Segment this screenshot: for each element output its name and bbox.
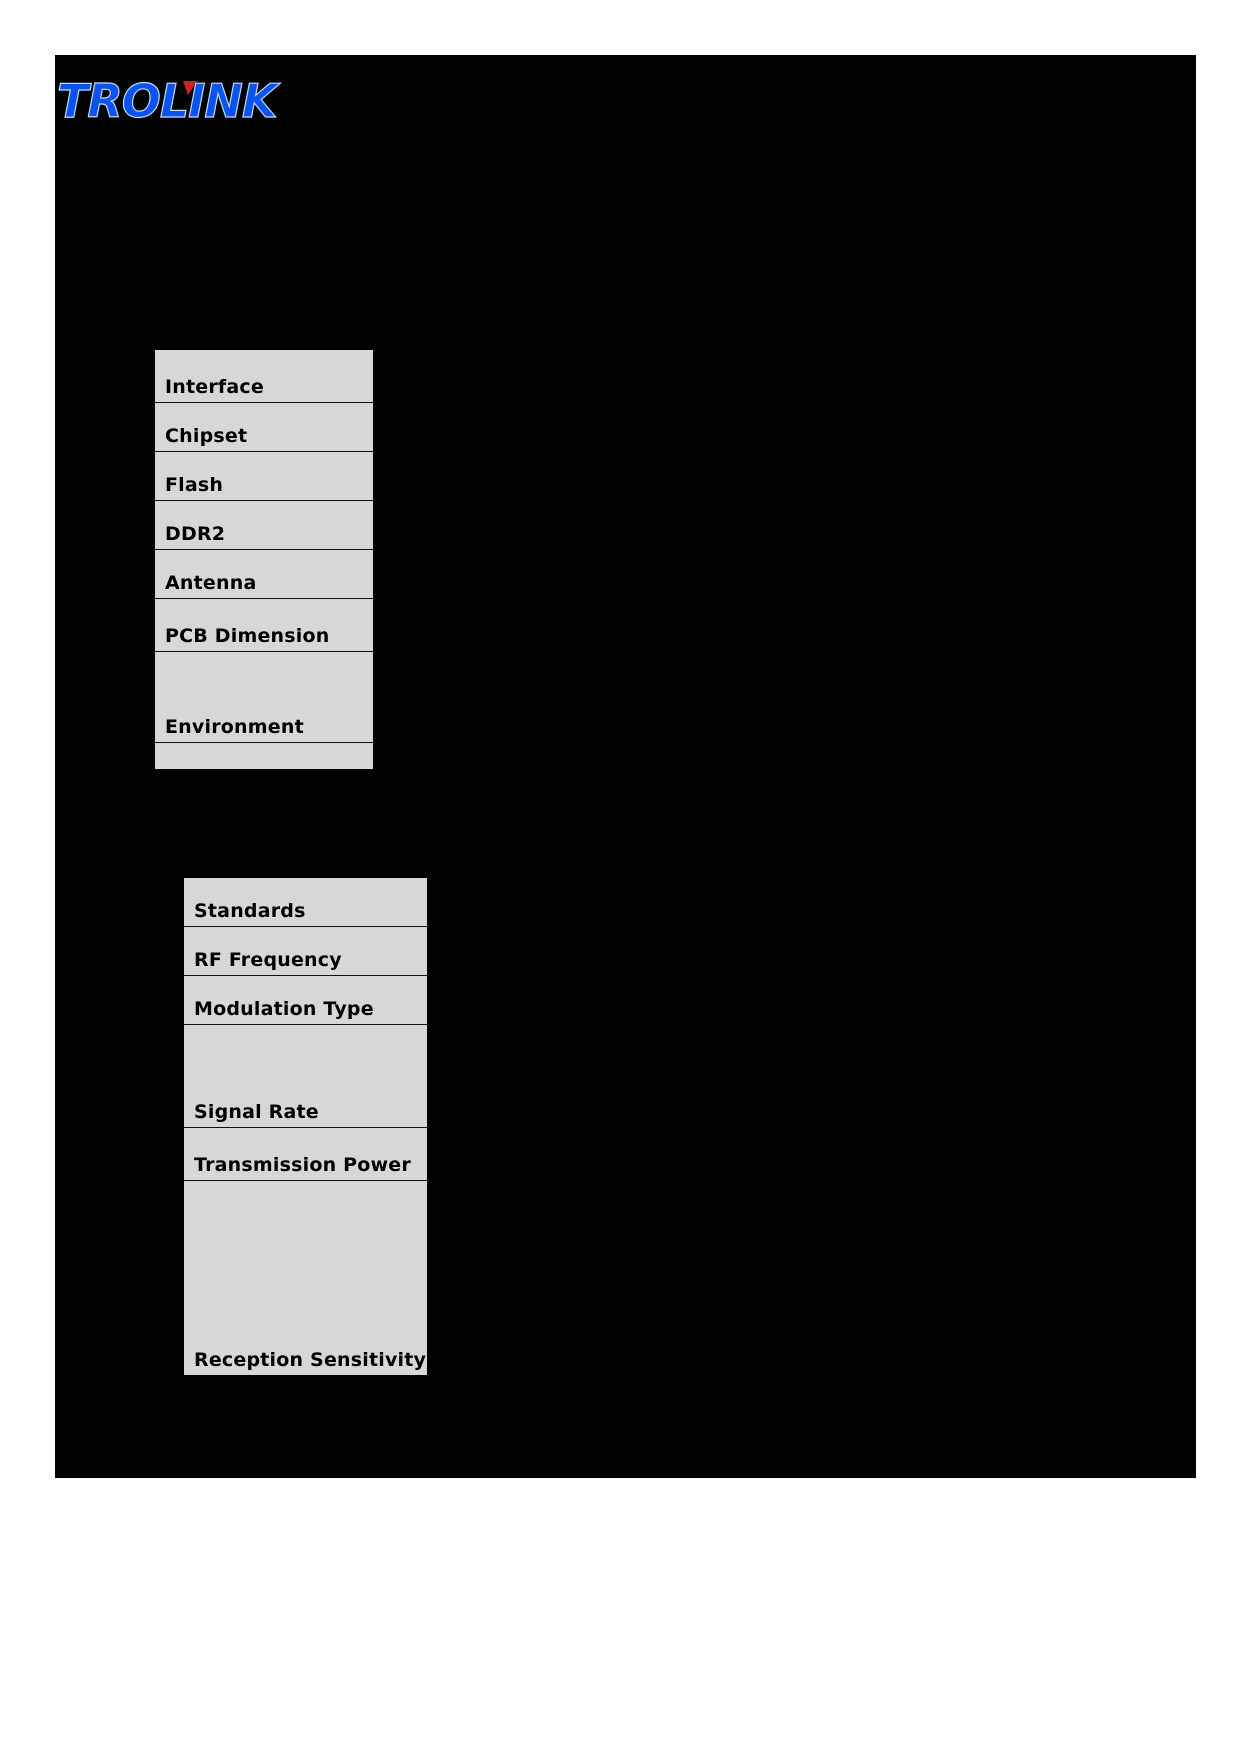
datasheet-page: TROLINK Interface Chipset Flash DDR2 Ant… [55,55,1196,1478]
spec-label-pcb-dimension: PCB Dimension [154,598,374,652]
table-row: PCB Dimension [154,598,374,652]
table-row: Chipset [154,402,374,452]
hardware-specification-table: Interface Chipset Flash DDR2 Antenna PCB… [153,348,375,771]
wireless-specification-table: Standards RF Frequency Modulation Type S… [182,876,429,1377]
spec-label-modulation-type: Modulation Type [183,975,428,1025]
spec-label-interface: Interface [154,348,374,403]
spec-label-ddr2: DDR2 [154,500,374,550]
spec-label-standards: Standards [183,876,428,927]
svg-text:TROLINK: TROLINK [57,74,281,128]
table-row: Interface [154,348,374,403]
table-row: Antenna [154,549,374,599]
table-row: Modulation Type [183,975,428,1025]
spec-label-rf-frequency: RF Frequency [183,926,428,976]
wireless-table-body: Standards RF Frequency Modulation Type S… [183,876,428,1377]
table-row: Transmission Power [183,1127,428,1181]
spec-label-environment: Environment [154,651,374,743]
table-row: DDR2 [154,500,374,550]
spec-label-reception-sensitivity: Reception Sensitivity [183,1180,428,1377]
table-row: Flash [154,451,374,501]
spec-label-hardware-trailing [154,742,374,771]
spec-label-flash: Flash [154,451,374,501]
table-row [154,742,374,771]
spec-label-signal-rate: Signal Rate [183,1024,428,1128]
spec-label-transmission-power: Transmission Power [183,1127,428,1181]
table-row: Signal Rate [183,1024,428,1128]
trolink-logo-icon: TROLINK [56,73,282,128]
hardware-table-body: Interface Chipset Flash DDR2 Antenna PCB… [154,348,374,771]
trolink-logo: TROLINK [55,73,285,131]
table-row: Reception Sensitivity [183,1180,428,1377]
table-row: Environment [154,651,374,743]
table-row: Standards [183,876,428,927]
spec-label-chipset: Chipset [154,402,374,452]
spec-label-antenna: Antenna [154,549,374,599]
table-row: RF Frequency [183,926,428,976]
